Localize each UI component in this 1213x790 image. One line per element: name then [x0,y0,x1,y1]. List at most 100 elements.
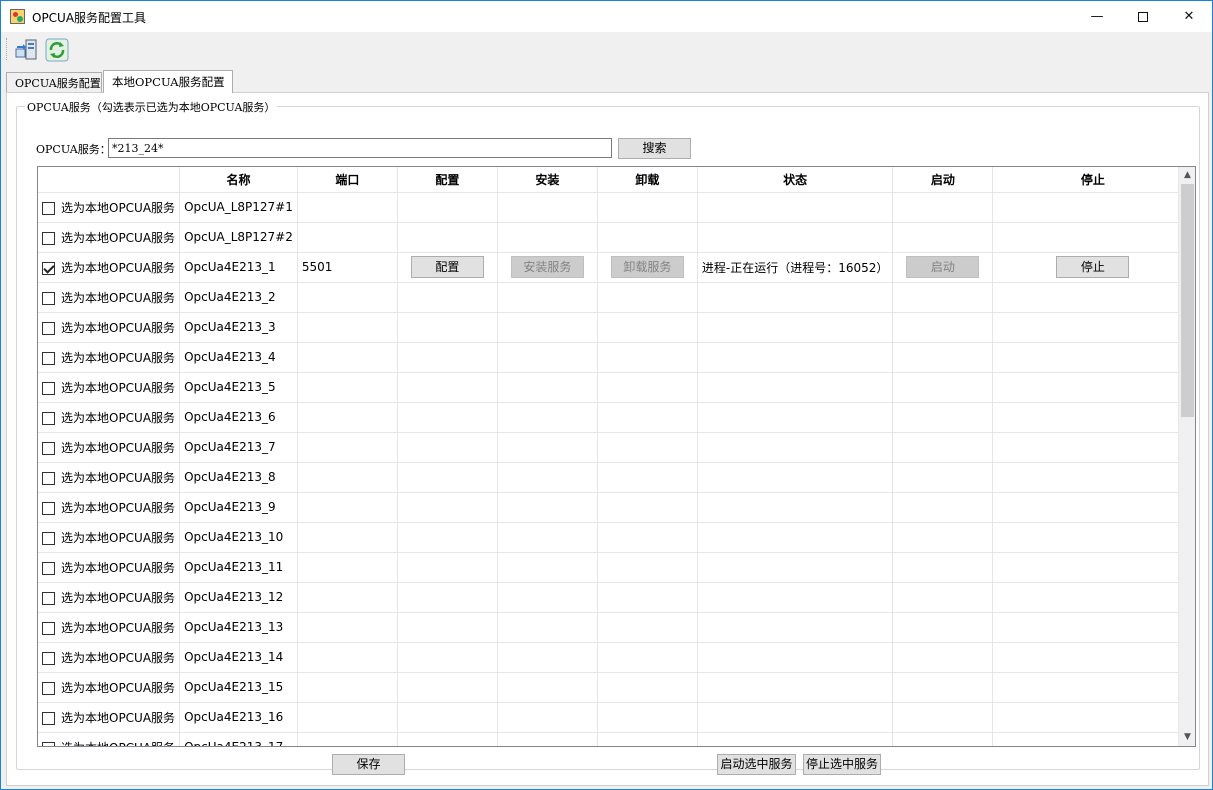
status-cell [697,732,894,746]
stop-cell [992,432,1194,463]
select-cell[interactable]: 选为本地OPCUA服务 [38,372,181,403]
tab-opcua-service-config[interactable]: OPCUA服务配置 [6,72,102,92]
local-service-checkbox[interactable] [42,651,55,665]
start-cell: 启动 [892,252,994,283]
uninstall-cell [597,702,698,733]
install-cell: 安装服务 [497,252,598,283]
select-cell[interactable]: 选为本地OPCUA服务 [38,492,181,523]
status-cell [697,432,894,463]
stop-cell [992,372,1194,403]
start-cell [892,282,994,313]
uninstall-cell [597,432,698,463]
select-cell[interactable]: 选为本地OPCUA服务 [38,612,181,643]
column-header-port: 端口 [297,167,398,193]
port-cell [297,552,398,583]
select-cell[interactable]: 选为本地OPCUA服务 [38,282,181,313]
port-cell [297,402,398,433]
stop-button[interactable]: 停止 [1056,256,1130,278]
select-cell[interactable]: 选为本地OPCUA服务 [38,732,181,746]
table-row: 选为本地OPCUA服务 OpcUA_L8P127#2 [38,222,1194,253]
local-service-checkbox[interactable] [42,381,55,395]
stop-selected-button[interactable]: 停止选中服务 [803,754,881,775]
local-service-checkbox[interactable] [42,741,55,746]
grid-body: 选为本地OPCUA服务 OpcUA_L8P127#1 选为本地OPCUA服务 OpcU… [38,192,1194,746]
scroll-thumb[interactable] [1181,184,1194,417]
name-cell: OpcUa4E213_11 [179,552,298,583]
table-row: 选为本地OPCUA服务 OpcUa4E213_8 [38,462,1194,493]
name-cell: OpcUa4E213_4 [179,342,298,373]
app-icon [10,9,25,24]
service-grid: 名称 端口 配置 安装 卸载 状态 启动 停止 选为本地OPCUA服务 OpcUA… [37,166,1196,747]
vertical-scrollbar[interactable]: ▲ ▼ [1178,167,1195,746]
local-service-checkbox[interactable] [42,231,55,245]
local-service-checkbox[interactable] [42,291,55,305]
select-cell[interactable]: 选为本地OPCUA服务 [38,672,181,703]
select-cell[interactable]: 选为本地OPCUA服务 [38,642,181,673]
status-cell: 进程-正在运行（进程号：16052） [697,252,894,283]
select-cell[interactable]: 选为本地OPCUA服务 [38,252,181,283]
name-cell: OpcUa4E213_13 [179,612,298,643]
select-cell[interactable]: 选为本地OPCUA服务 [38,192,181,223]
local-service-checkbox[interactable] [42,471,55,485]
select-cell[interactable]: 选为本地OPCUA服务 [38,702,181,733]
select-cell[interactable]: 选为本地OPCUA服务 [38,582,181,613]
local-service-checkbox[interactable] [42,711,55,725]
toolbar-button-refresh[interactable] [44,37,70,63]
stop-cell [992,672,1194,703]
config-button[interactable]: 配置 [410,256,484,278]
select-cell[interactable]: 选为本地OPCUA服务 [38,462,181,493]
local-service-checkbox[interactable] [42,321,55,335]
name-cell: OpcUa4E213_9 [179,492,298,523]
window-title: OPCUA服务配置工具 [32,11,147,25]
select-cell[interactable]: 选为本地OPCUA服务 [38,522,181,553]
local-service-checkbox[interactable] [42,411,55,425]
stop-cell [992,642,1194,673]
select-cell[interactable]: 选为本地OPCUA服务 [38,432,181,463]
local-service-checkbox[interactable] [42,441,55,455]
select-cell[interactable]: 选为本地OPCUA服务 [38,402,181,433]
select-cell[interactable]: 选为本地OPCUA服务 [38,342,181,373]
local-service-checkbox[interactable] [42,501,55,515]
minimize-button[interactable]: — [1074,1,1120,32]
select-cell[interactable]: 选为本地OPCUA服务 [38,552,181,583]
close-button[interactable]: ✕ [1166,1,1212,32]
name-cell: OpcUa4E213_1 [179,252,298,283]
install-cell [497,402,598,433]
column-header-stop: 停止 [992,167,1194,193]
tab-local-opcua-service-config[interactable]: 本地OPCUA服务配置 [103,70,233,93]
save-button[interactable]: 保存 [332,754,405,775]
stop-cell [992,402,1194,433]
local-service-checkbox[interactable] [42,351,55,365]
port-cell [297,582,398,613]
install-cell [497,702,598,733]
local-service-checkbox[interactable] [42,591,55,605]
start-selected-button[interactable]: 启动选中服务 [717,754,796,775]
search-input[interactable] [108,138,612,158]
maximize-button[interactable] [1120,1,1166,32]
start-cell [892,612,994,643]
port-cell [297,432,398,463]
select-cell[interactable]: 选为本地OPCUA服务 [38,312,181,343]
toolbar-button-connect[interactable] [14,37,40,63]
table-row: 选为本地OPCUA服务 OpcUa4E213_12 [38,582,1194,613]
local-service-checkbox[interactable] [42,681,55,695]
table-row: 选为本地OPCUA服务 OpcUa4E213_14 [38,642,1194,673]
uninstall-cell [597,522,698,553]
config-cell: 配置 [397,252,498,283]
uninstall-cell [597,282,698,313]
local-service-checkbox[interactable] [42,201,55,215]
config-cell [397,372,498,403]
search-label: OPCUA服务： [36,143,111,156]
local-service-checkbox[interactable] [42,531,55,545]
local-service-checkbox[interactable] [42,621,55,635]
search-button[interactable]: 搜索 [618,138,691,159]
port-cell [297,612,398,643]
scroll-up-icon[interactable]: ▲ [1179,167,1195,184]
local-service-checkbox[interactable] [42,261,55,275]
port-cell [297,342,398,373]
stop-cell [992,612,1194,643]
local-service-checkbox[interactable] [42,561,55,575]
port-cell: 5501 [297,252,398,283]
scroll-down-icon[interactable]: ▼ [1179,729,1195,746]
select-cell[interactable]: 选为本地OPCUA服务 [38,222,181,253]
